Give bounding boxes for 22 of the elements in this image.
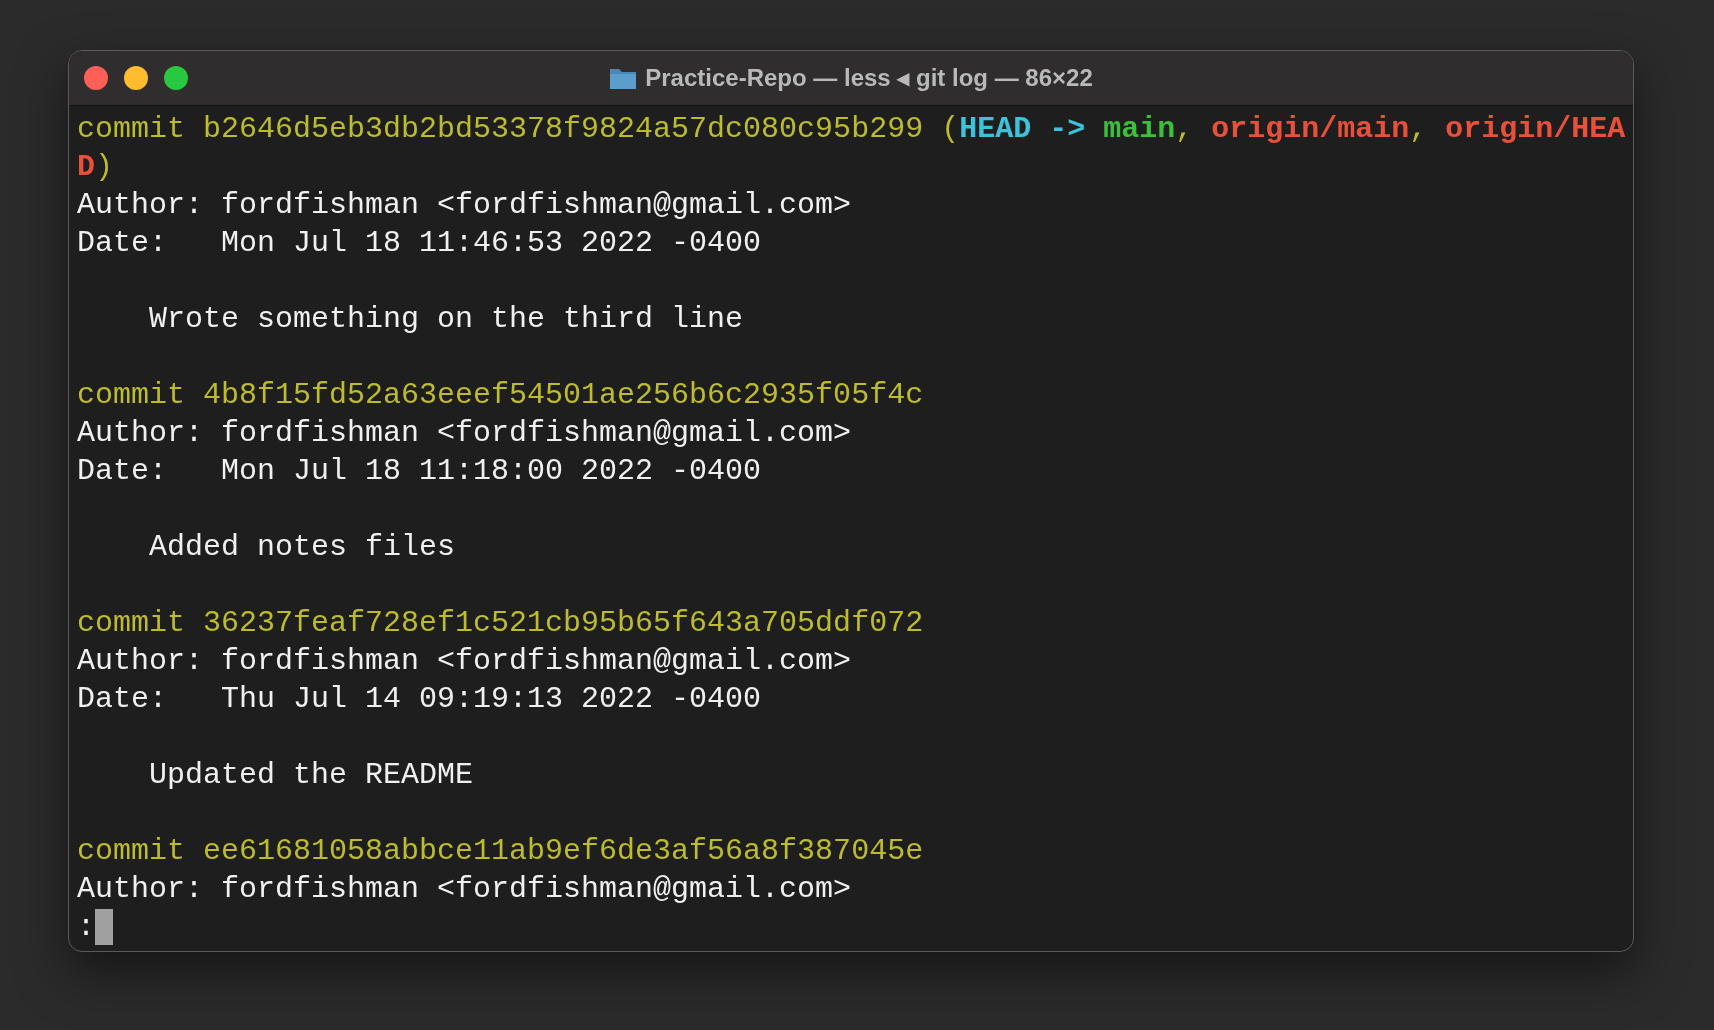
terminal-line: Author: fordfishman <fordfishman@gmail.com> [77, 187, 852, 224]
terminal-line: Author: fordfishman <fordfishman@gmail.com> [77, 643, 852, 680]
terminal-line: commit 36237feaf728ef1c521cb95b65f643a705ddf072 [77, 605, 924, 642]
terminal-line: Author: fordfishman <fordfishman@gmail.com> [77, 415, 852, 452]
close-button[interactable] [84, 66, 108, 90]
terminal-line: Wrote something on the third line [148, 301, 744, 338]
prompt: : [77, 909, 95, 946]
terminal-line: Updated the README [148, 757, 474, 794]
minimize-button[interactable] [124, 66, 148, 90]
cursor [95, 909, 113, 945]
terminal-line: commit ee61681058abbce11ab9ef6de3af56a8f387045e [77, 833, 924, 870]
terminal-line: Date: Mon Jul 18 11:18:00 2022 -0400 [77, 453, 762, 490]
terminal-line: Date: Mon Jul 18 11:46:53 2022 -0400 [77, 225, 762, 262]
window-title: Practice-Repo — less ◂ git log — 86×22 [645, 64, 1093, 92]
terminal-line: D) [77, 149, 114, 186]
folder-icon [609, 66, 638, 90]
terminal-line: Author: fordfishman <fordfishman@gmail.com> [77, 871, 852, 908]
terminal-line: commit b2646d5eb3db2bd53378f9824a57dc080c95b299 (HEAD -> main, origin/main, origin/HEA [77, 111, 1626, 148]
terminal-line: Date: Thu Jul 14 09:19:13 2022 -0400 [77, 681, 762, 718]
terminal-line: Added notes files [148, 529, 456, 566]
terminal-line: commit 4b8f15fd52a63eeef54501ae256b6c2935f05f4c [77, 377, 924, 414]
zoom-button[interactable] [164, 66, 188, 90]
